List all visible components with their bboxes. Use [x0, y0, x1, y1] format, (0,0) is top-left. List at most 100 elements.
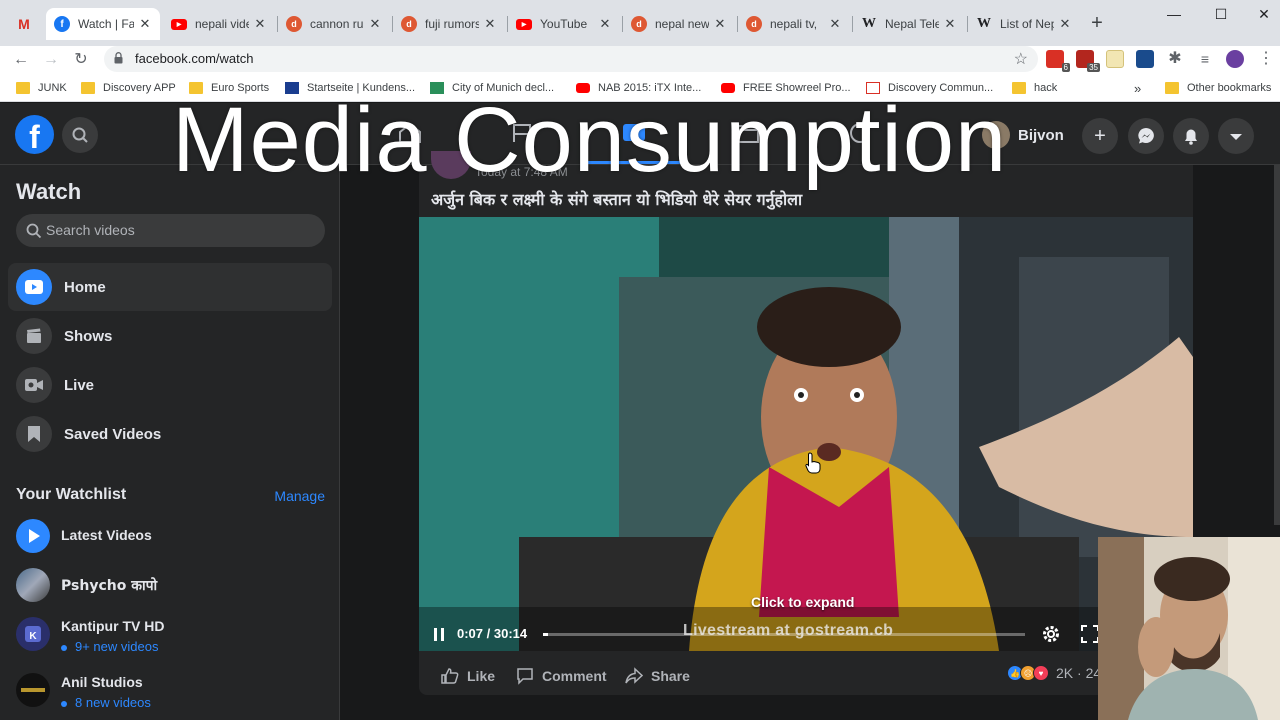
search-icon [72, 127, 88, 143]
facebook-logo[interactable]: f [15, 115, 54, 155]
folder-icon [81, 82, 95, 94]
forward-button[interactable]: → [40, 49, 62, 71]
feed-scrollbar[interactable] [1274, 165, 1280, 525]
duckduckgo-icon: d [631, 16, 647, 32]
sidebar-item-saved-videos[interactable]: Saved Videos [8, 410, 332, 458]
browser-tabstrip: M f Watch | Fa ✕ ▶ nepali vide ✕ d canno… [0, 0, 1280, 46]
sidebar-item-home[interactable]: Home [8, 263, 332, 311]
watchlist-item-latest-videos[interactable]: Latest Videos [16, 515, 326, 559]
url-text: facebook.com/watch [135, 51, 254, 66]
bookmark-icon [16, 416, 52, 452]
share-button[interactable]: Share [625, 665, 690, 687]
click-to-expand-label[interactable]: Click to expand [751, 594, 854, 610]
facebook-search-button[interactable] [62, 117, 98, 153]
tab-cannon-rumors[interactable]: d cannon ru ✕ [278, 8, 390, 40]
duckduckgo-icon: d [401, 16, 417, 32]
watch-home-icon [16, 269, 52, 305]
duckduckgo-icon: d [286, 16, 302, 32]
avatar [16, 673, 50, 707]
page-title: Watch [16, 179, 82, 204]
watchlist-item-kantipur[interactable]: K Kantipur TV HD 9+ new videos [16, 613, 326, 657]
address-bar[interactable]: facebook.com/watch ☆ [104, 46, 1038, 72]
close-tab-icon[interactable]: ✕ [943, 16, 957, 32]
tab-fuji-rumors[interactable]: d fuji rumors ✕ [393, 8, 505, 40]
facebook-icon: f [54, 16, 70, 32]
notifications-button[interactable] [1173, 118, 1209, 154]
settings-gear-icon[interactable] [1041, 624, 1061, 644]
close-tab-icon[interactable]: ✕ [713, 16, 727, 32]
bookmark-hack[interactable]: hack [1012, 80, 1057, 96]
avatar [16, 568, 50, 602]
manage-watchlist-link[interactable]: Manage [274, 488, 325, 504]
extension-icon-1[interactable]: 6 [1046, 50, 1070, 72]
close-tab-icon[interactable]: ✕ [138, 16, 152, 32]
more-menu-icon[interactable]: ⋮ [1257, 50, 1275, 68]
comment-button[interactable]: Comment [516, 665, 607, 687]
other-bookmarks[interactable]: Other bookmarks [1165, 80, 1271, 96]
media-queue-icon[interactable]: ≡ [1196, 50, 1214, 68]
extension-icon-2[interactable]: 35 [1076, 50, 1100, 72]
watchlist-heading: Your Watchlist [16, 486, 127, 503]
like-button[interactable]: Like [441, 665, 495, 687]
reload-button[interactable]: ↻ [70, 49, 92, 71]
bookmark-discovery-app[interactable]: Discovery APP [81, 80, 176, 96]
video-progress-fill [543, 633, 548, 636]
sidebar-item-live[interactable]: Live [8, 361, 332, 409]
bookmark-junk[interactable]: JUNK [16, 80, 67, 96]
comment-icon [517, 668, 533, 685]
watchlist-item-anil-studios[interactable]: Anil Studios 8 new videos [16, 669, 326, 713]
back-button[interactable]: ← [10, 49, 32, 71]
video-controls: 0:07 / 30:14 Livestream at gostream.cb [419, 617, 1193, 651]
note-extension-icon[interactable] [1106, 50, 1124, 68]
tab-nepal-news[interactable]: d nepal new ✕ [623, 8, 735, 40]
screen: M f Watch | Fa ✕ ▶ nepali vide ✕ d canno… [0, 0, 1280, 720]
close-tab-icon[interactable]: ✕ [368, 16, 382, 32]
folder-icon [1165, 82, 1179, 94]
tab-list-of-nepali[interactable]: W List of Nep ✕ [968, 8, 1080, 40]
love-reaction-icon: ♥ [1033, 665, 1049, 681]
webcam-overlay [1098, 537, 1280, 720]
clapperboard-icon [16, 318, 52, 354]
video-watermark: Livestream at gostream.cb [683, 622, 894, 639]
tab-nepali-tv[interactable]: d nepali tv, ✕ [738, 8, 850, 40]
folder-icon [16, 82, 30, 94]
create-plus-button[interactable]: + [1082, 118, 1118, 154]
video-frame [419, 217, 1193, 651]
close-tab-icon[interactable]: ✕ [483, 16, 497, 32]
tab-nepali-videos[interactable]: ▶ nepali vide ✕ [163, 8, 275, 40]
presenter-webcam [1098, 537, 1280, 720]
bookmarks-overflow-button[interactable]: » [1134, 80, 1141, 96]
close-tab-icon[interactable]: ✕ [598, 16, 612, 32]
youtube-icon: ▶ [516, 18, 532, 30]
fullscreen-icon[interactable] [1081, 625, 1099, 643]
close-tab-icon[interactable]: ✕ [1058, 16, 1072, 32]
close-window-button[interactable]: ✕ [1253, 6, 1275, 24]
profile-avatar-icon[interactable] [1226, 50, 1244, 68]
search-videos-input[interactable]: Search videos [16, 214, 325, 247]
video-time: 0:07 / 30:14 [457, 626, 528, 641]
post-actions: Like Comment Share 👍 ☹ ♥ 2K · 24 [419, 659, 1193, 693]
messenger-button[interactable] [1128, 118, 1164, 154]
video-player[interactable]: Click to expand 0:07 / 30:14 Livestream … [419, 217, 1193, 651]
tab-nepal-telecom[interactable]: W Nepal Tele ✕ [853, 8, 965, 40]
new-tab-button[interactable]: + [1086, 12, 1108, 34]
minimize-button[interactable]: — [1163, 6, 1185, 24]
share-icon [625, 667, 643, 684]
tab-gmail[interactable]: M [8, 8, 48, 40]
maximize-button[interactable]: ☐ [1210, 6, 1232, 24]
reaction-summary[interactable]: 👍 ☹ ♥ 2K · 24 [1007, 665, 1101, 681]
account-menu-button[interactable] [1218, 118, 1254, 154]
screen-extension-icon[interactable] [1136, 50, 1154, 68]
pause-icon[interactable] [433, 628, 445, 641]
tab-youtube[interactable]: ▶ YouTube ✕ [508, 8, 620, 40]
tab-facebook-watch[interactable]: f Watch | Fa ✕ [46, 8, 160, 40]
close-tab-icon[interactable]: ✕ [828, 16, 842, 32]
bookmark-star-icon[interactable]: ☆ [1014, 49, 1028, 69]
puzzle-extensions-icon[interactable]: ✱ [1166, 50, 1184, 68]
close-tab-icon[interactable]: ✕ [253, 16, 267, 32]
video-post: Today at 7:48 AM अर्जुन बिक र लक्ष्मी के… [419, 151, 1193, 695]
sidebar-item-shows[interactable]: Shows [8, 312, 332, 360]
live-camera-icon [16, 367, 52, 403]
watchlist-item-pshycho[interactable]: Pshycho कापो [16, 564, 326, 608]
bell-icon [1185, 129, 1197, 145]
